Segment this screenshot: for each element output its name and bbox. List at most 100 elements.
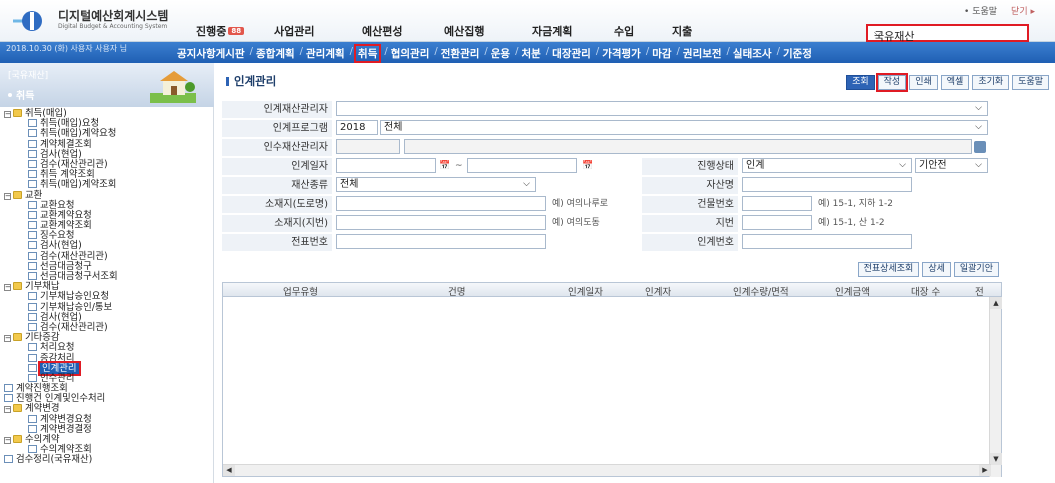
main-content: 인계관리 조회 작성 인쇄 엑셀 초기화 도움말 인계재산관리자 ⌵ 인계프로그… <box>222 63 1055 483</box>
lookup-icon[interactable] <box>974 141 986 153</box>
scroll-left-icon[interactable]: ◀ <box>223 465 235 476</box>
collapse-icon[interactable]: − <box>4 111 11 118</box>
document-icon <box>28 272 37 280</box>
asset-name-field[interactable] <box>742 177 912 192</box>
subnav-conversion[interactable]: 전환관리 <box>441 46 480 61</box>
subnav-rights[interactable]: 권리보전 <box>683 46 722 61</box>
print-button[interactable]: 인쇄 <box>909 75 938 90</box>
scroll-up-icon[interactable]: ▲ <box>990 297 1002 309</box>
asset-type-select[interactable]: 국유재산 ⌵ <box>866 24 1029 43</box>
close-link[interactable]: 닫기 ▸ <box>1011 4 1035 17</box>
collapse-icon[interactable]: − <box>4 192 11 200</box>
subnav-valuation[interactable]: 가격평가 <box>602 46 641 61</box>
menu-business[interactable]: 사업관리 <box>274 23 362 39</box>
location-road-field[interactable] <box>336 196 546 211</box>
in-progress-badge: 88 <box>228 27 245 35</box>
document-icon <box>28 445 37 454</box>
document-icon <box>28 149 37 158</box>
program-year-field[interactable]: 2018 <box>336 120 378 135</box>
subnav-notice[interactable]: 공지사항게시판 <box>177 46 245 61</box>
tree-item[interactable]: 검수(재산관리관) <box>4 322 118 333</box>
subnav-overall-plan[interactable]: 종합계획 <box>256 46 295 61</box>
date-separator: ~ <box>455 161 463 171</box>
draft-status-select[interactable]: 기안전 ⌵ <box>915 158 988 173</box>
menu-fund-plan[interactable]: 자금계획 <box>532 23 614 39</box>
create-button[interactable]: 작성 <box>875 73 909 92</box>
collapse-icon[interactable]: − <box>4 335 11 343</box>
search-button[interactable]: 조회 <box>846 75 875 90</box>
date-to-field[interactable] <box>467 158 577 173</box>
document-icon <box>28 251 37 260</box>
document-icon <box>28 373 37 382</box>
subnav-standard[interactable]: 기준정 <box>783 46 812 61</box>
menu-budget-execution[interactable]: 예산집행 <box>444 23 532 39</box>
col-subject[interactable]: 건명 <box>448 284 465 298</box>
handover-no-field[interactable] <box>742 234 912 249</box>
date-from-field[interactable] <box>336 158 436 173</box>
label-handover-no: 인계번호 <box>642 234 738 251</box>
slip-detail-button[interactable]: 전표상세조회 <box>857 262 920 277</box>
excel-button[interactable]: 엑셀 <box>940 75 970 90</box>
handover-manager-select[interactable]: ⌵ <box>336 101 988 116</box>
chevron-down-icon: ⌵ <box>975 160 982 170</box>
subnav-ledger[interactable]: 대장관리 <box>552 46 591 61</box>
subnav-management-plan[interactable]: 관리계획 <box>306 46 345 61</box>
collapse-icon[interactable]: − <box>4 406 11 414</box>
menu-revenue[interactable]: 수입 <box>614 23 672 39</box>
col-handover-date[interactable]: 인계일자 <box>568 284 603 298</box>
collapse-icon[interactable]: − <box>4 437 11 444</box>
asset-type-field-select[interactable]: 전체 ⌵ <box>336 177 536 192</box>
menu-in-progress[interactable]: 진행중 88 <box>196 23 274 39</box>
building-no-field[interactable] <box>742 196 812 211</box>
calendar-icon[interactable]: 📅 <box>439 158 450 175</box>
collapse-icon[interactable]: − <box>4 284 11 292</box>
label-lot-no: 지번 <box>642 215 738 232</box>
document-icon <box>28 139 37 148</box>
tree-item[interactable]: 취득(매입)계약조회 <box>4 180 118 190</box>
subnav-operation[interactable]: 운용 <box>491 46 510 61</box>
document-icon <box>28 261 37 270</box>
col-quantity-area[interactable]: 인계수량/면적 <box>733 284 789 298</box>
subnav-acquisition[interactable]: 취득 <box>354 44 382 63</box>
col-handover-person[interactable]: 인계자 <box>645 284 671 298</box>
calendar-icon[interactable]: 📅 <box>582 158 593 175</box>
tree-item[interactable]: 진행건 인계및인수처리 <box>4 394 118 404</box>
col-ledger-count[interactable]: 대장 수 <box>911 284 940 298</box>
document-icon <box>28 159 37 168</box>
label-asset-name: 자산명 <box>642 177 738 194</box>
vertical-scrollbar[interactable]: ▲ ▼ <box>989 297 1002 477</box>
batch-draft-button[interactable]: 일괄기안 <box>953 262 999 277</box>
tree-item[interactable]: 선금대금청구서조회 <box>4 271 118 282</box>
scroll-down-icon[interactable]: ▼ <box>990 453 1002 465</box>
scroll-right-icon[interactable]: ▶ <box>979 465 991 476</box>
menu-budget-formation[interactable]: 예산편성 <box>362 23 444 39</box>
horizontal-scrollbar[interactable]: ◀ ▶ <box>223 464 991 476</box>
detail-button[interactable]: 상세 <box>922 262 951 277</box>
slip-no-field[interactable] <box>336 234 546 249</box>
location-lot-field[interactable] <box>336 215 546 230</box>
col-amount[interactable]: 인계금액 <box>835 284 870 298</box>
col-task-type[interactable]: 업무유형 <box>283 284 318 298</box>
subnav-closing[interactable]: 마감 <box>652 46 671 61</box>
tree-item[interactable]: 검수정리(국유재산) <box>4 455 118 465</box>
takeover-manager-code[interactable] <box>336 139 400 154</box>
takeover-manager-name[interactable] <box>404 139 972 154</box>
menu-tree: − 취득(매입) 취득(매입)요청 취득(매입)계약요청 계약체결조회 검사(현업) 검수(… <box>4 108 118 466</box>
app-subtitle: Digital Budget & Accounting System <box>58 23 168 30</box>
lot-no-field[interactable] <box>742 215 812 230</box>
tree-item[interactable]: 계약변경결정 <box>4 424 118 435</box>
help-button[interactable]: 도움말 <box>1012 75 1049 90</box>
program-select[interactable]: 전체 ⌵ <box>380 120 988 135</box>
reset-button[interactable]: 초기화 <box>972 75 1010 90</box>
subnav-survey[interactable]: 실태조사 <box>733 46 772 61</box>
top-bar: 디지털예산회계시스템 Digital Budget & Accounting S… <box>0 0 1055 43</box>
menu-expenditure[interactable]: 지출 <box>672 23 730 39</box>
status-select[interactable]: 인계 ⌵ <box>742 158 912 173</box>
subnav-disposal[interactable]: 처분 <box>521 46 540 61</box>
col-more[interactable]: 전 <box>975 284 984 298</box>
road-hint: 예) 여의나루로 <box>552 199 609 209</box>
folder-icon <box>13 282 22 291</box>
subnav-consultation[interactable]: 협의관리 <box>391 46 430 61</box>
help-link[interactable]: • 도움말 <box>964 4 997 17</box>
document-icon <box>28 170 37 179</box>
